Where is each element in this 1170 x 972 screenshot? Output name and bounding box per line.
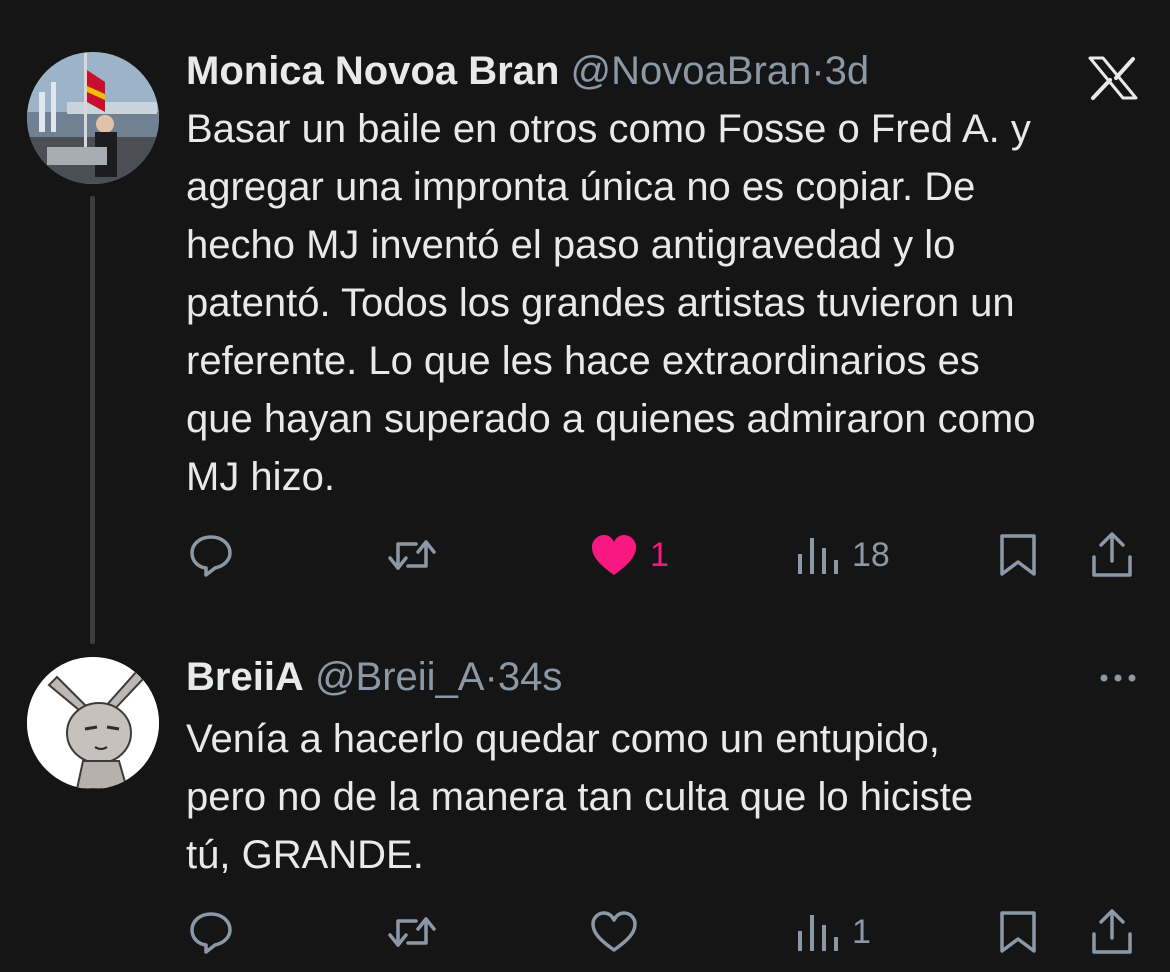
reply-button[interactable] xyxy=(188,904,234,960)
avatar-drawing xyxy=(27,657,159,789)
share-icon xyxy=(1092,532,1132,577)
author-name[interactable]: Monica Novoa Bran xyxy=(186,49,559,93)
author-name[interactable]: BreiiA xyxy=(186,655,304,699)
view-count: 18 xyxy=(852,535,890,574)
like-count: 1 xyxy=(650,535,669,574)
timestamp[interactable]: 34s xyxy=(498,655,563,699)
heart-icon xyxy=(592,535,636,575)
share-button[interactable] xyxy=(1090,527,1134,583)
bookmark-icon xyxy=(1000,911,1036,953)
retweet-icon xyxy=(388,917,436,947)
bookmark-button[interactable] xyxy=(998,904,1038,960)
more-icon[interactable] xyxy=(1096,668,1140,688)
timestamp[interactable]: 3d xyxy=(825,49,870,93)
avatar[interactable] xyxy=(27,52,159,184)
share-button[interactable] xyxy=(1090,904,1134,960)
views-icon xyxy=(798,538,838,574)
like-button[interactable]: 1 xyxy=(590,527,669,583)
reply-icon xyxy=(190,912,232,954)
tweet-1[interactable]: Monica Novoa Bran @NovoaBran·3d Basar un… xyxy=(0,0,1170,644)
action-bar: 1 18 xyxy=(0,527,1170,583)
tweet-text: Basar un baile en otros como Fosse o Fre… xyxy=(186,107,1036,499)
avatar-photo xyxy=(27,52,159,184)
views-button[interactable]: 18 xyxy=(796,527,890,583)
x-logo-icon xyxy=(1088,56,1138,100)
author-handle[interactable]: @Breii_A xyxy=(315,655,485,699)
bookmark-icon xyxy=(1000,534,1036,576)
tweet-header: BreiiA @Breii_A·34s xyxy=(186,654,562,700)
tweet-text: Venía a hacerlo quedar como un entupido,… xyxy=(186,717,974,877)
author-handle[interactable]: @NovoaBran xyxy=(571,49,812,93)
separator-dot: · xyxy=(811,49,825,93)
retweet-button[interactable] xyxy=(386,904,438,960)
separator-dot: · xyxy=(484,655,498,699)
bookmark-button[interactable] xyxy=(998,527,1038,583)
tweet-header: Monica Novoa Bran @NovoaBran·3d xyxy=(186,48,869,94)
view-count: 1 xyxy=(852,912,871,951)
views-button[interactable]: 1 xyxy=(796,904,871,960)
retweet-button[interactable] xyxy=(386,527,438,583)
views-icon xyxy=(798,915,838,951)
like-button[interactable] xyxy=(590,904,650,960)
share-icon xyxy=(1092,909,1132,954)
reply-button[interactable] xyxy=(188,527,234,583)
heart-icon xyxy=(591,911,637,952)
reply-icon xyxy=(190,535,232,577)
avatar[interactable] xyxy=(27,657,159,789)
retweet-icon xyxy=(388,540,436,570)
action-bar: 1 xyxy=(0,904,1170,960)
